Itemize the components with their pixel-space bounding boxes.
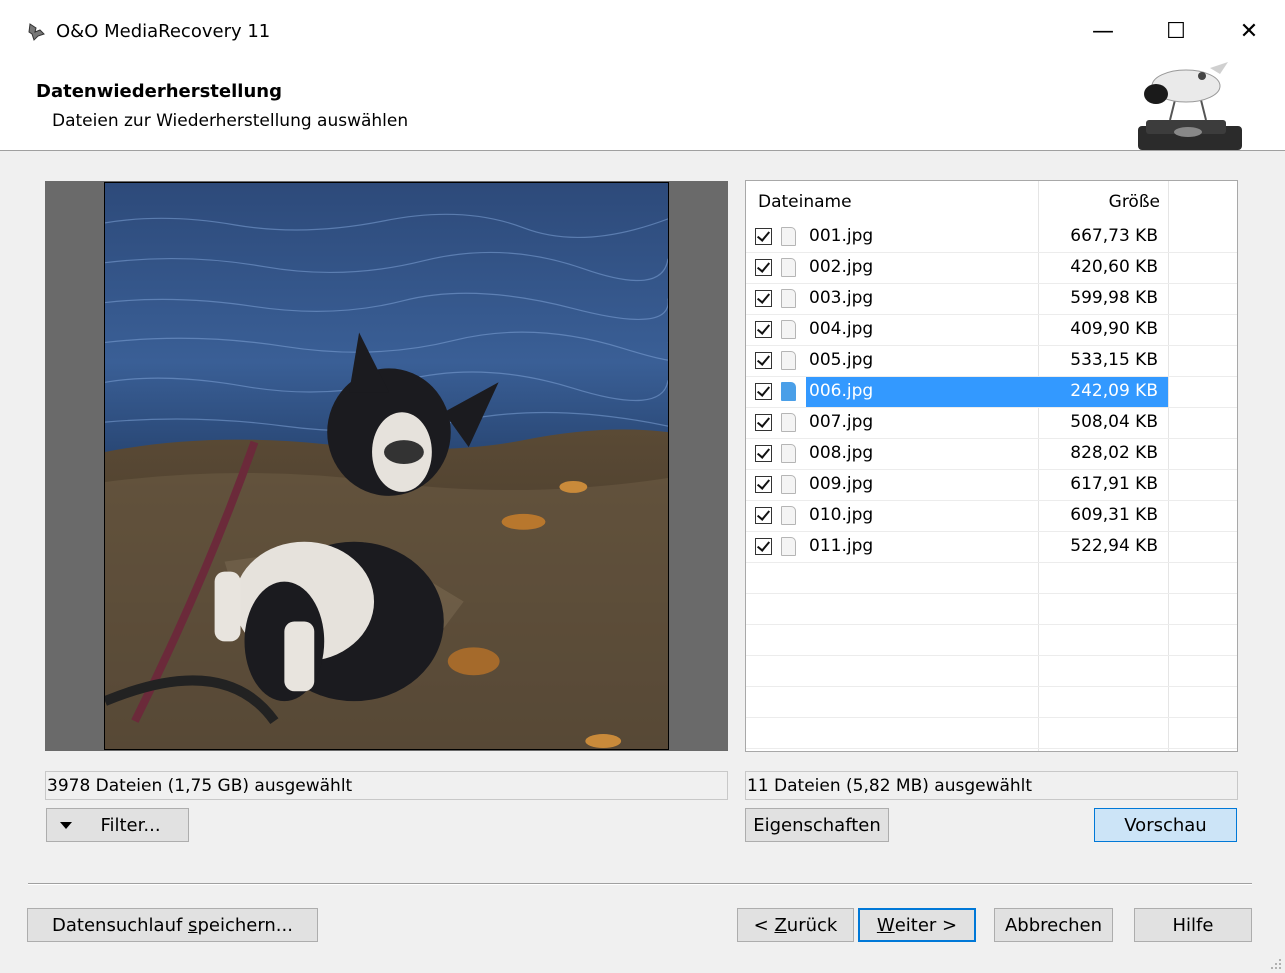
file-icon bbox=[781, 320, 796, 339]
file-row[interactable]: 010.jpg 609,31 KB bbox=[746, 501, 1237, 532]
save-scan-accelerator: s bbox=[188, 914, 198, 936]
file-name: 005.jpg bbox=[809, 350, 874, 370]
file-row[interactable]: 002.jpg 420,60 KB bbox=[746, 253, 1237, 284]
preview-photo bbox=[104, 182, 669, 750]
file-icon bbox=[781, 227, 796, 246]
next-label-suffix: eiter > bbox=[894, 914, 958, 936]
file-icon bbox=[781, 475, 796, 494]
file-checkbox[interactable] bbox=[755, 383, 772, 400]
file-name: 007.jpg bbox=[809, 412, 874, 432]
file-icon bbox=[781, 382, 796, 401]
file-name: 010.jpg bbox=[809, 505, 874, 525]
page-subtitle: Dateien zur Wiederherstellung auswählen bbox=[52, 111, 409, 131]
dropdown-arrow-icon bbox=[60, 821, 73, 829]
file-size: 617,91 KB bbox=[1070, 474, 1158, 494]
back-label-suffix: urück bbox=[786, 914, 838, 936]
minimize-button[interactable]: — bbox=[1072, 0, 1134, 62]
file-name: 001.jpg bbox=[809, 226, 874, 246]
file-checkbox[interactable] bbox=[755, 259, 772, 276]
properties-button[interactable]: Eigenschaften bbox=[745, 808, 889, 842]
back-label-prefix: < bbox=[753, 914, 775, 936]
file-row[interactable]: 005.jpg 533,15 KB bbox=[746, 346, 1237, 377]
file-icon bbox=[781, 506, 796, 525]
file-checkbox[interactable] bbox=[755, 414, 772, 431]
empty-row bbox=[746, 656, 1237, 687]
file-size: 420,60 KB bbox=[1070, 257, 1158, 277]
mascot-logo bbox=[1138, 62, 1242, 150]
status-list-selected: 11 Dateien (5,82 MB) ausgewählt bbox=[745, 771, 1238, 800]
preview-button[interactable]: Vorschau bbox=[1094, 808, 1237, 842]
empty-row bbox=[746, 687, 1237, 718]
file-checkbox[interactable] bbox=[755, 445, 772, 462]
file-row[interactable]: 007.jpg 508,04 KB bbox=[746, 408, 1237, 439]
empty-row bbox=[746, 594, 1237, 625]
file-size: 522,94 KB bbox=[1070, 536, 1158, 556]
empty-row bbox=[746, 563, 1237, 594]
file-name: 006.jpg bbox=[809, 381, 874, 401]
file-row[interactable]: 008.jpg 828,02 KB bbox=[746, 439, 1237, 470]
file-checkbox[interactable] bbox=[755, 352, 772, 369]
back-button[interactable]: < Zurück bbox=[737, 908, 854, 942]
page-title: Datenwiederherstellung bbox=[36, 81, 282, 102]
file-row[interactable]: 006.jpg 242,09 KB bbox=[746, 377, 1237, 408]
file-size: 609,31 KB bbox=[1070, 505, 1158, 525]
file-size: 508,04 KB bbox=[1070, 412, 1158, 432]
back-accelerator: Z bbox=[774, 914, 787, 936]
empty-row bbox=[746, 718, 1237, 749]
file-name: 002.jpg bbox=[809, 257, 874, 277]
save-scan-button[interactable]: Datensuchlauf s peichern... bbox=[27, 908, 318, 942]
close-button[interactable]: ✕ bbox=[1218, 0, 1280, 62]
file-name: 008.jpg bbox=[809, 443, 874, 463]
file-icon bbox=[781, 413, 796, 432]
footer-divider bbox=[28, 883, 1252, 885]
filter-button[interactable]: Filter... bbox=[46, 808, 189, 842]
file-row[interactable]: 004.jpg 409,90 KB bbox=[746, 315, 1237, 346]
file-size: 667,73 KB bbox=[1070, 226, 1158, 246]
next-button[interactable]: Weiter > bbox=[858, 908, 976, 942]
file-icon bbox=[781, 258, 796, 277]
file-name: 009.jpg bbox=[809, 474, 874, 494]
file-name: 011.jpg bbox=[809, 536, 874, 556]
file-icon bbox=[781, 444, 796, 463]
help-button[interactable]: Hilfe bbox=[1134, 908, 1252, 942]
save-scan-label-prefix: Datensuchlauf bbox=[52, 914, 189, 936]
file-checkbox[interactable] bbox=[755, 228, 772, 245]
file-icon bbox=[781, 289, 796, 308]
file-checkbox[interactable] bbox=[755, 538, 772, 555]
file-row[interactable]: 011.jpg 522,94 KB bbox=[746, 532, 1237, 563]
file-row[interactable]: 003.jpg 599,98 KB bbox=[746, 284, 1237, 315]
next-accelerator: W bbox=[876, 914, 895, 936]
cancel-button[interactable]: Abbrechen bbox=[994, 908, 1113, 942]
file-size: 409,90 KB bbox=[1070, 319, 1158, 339]
maximize-button[interactable]: ☐ bbox=[1145, 0, 1207, 62]
file-size: 242,09 KB bbox=[1070, 381, 1158, 401]
file-row[interactable]: 009.jpg 617,91 KB bbox=[746, 470, 1237, 501]
save-scan-label-suffix: peichern... bbox=[197, 914, 293, 936]
empty-row bbox=[746, 625, 1237, 656]
file-checkbox[interactable] bbox=[755, 476, 772, 493]
column-header-name[interactable]: Dateiname bbox=[758, 192, 852, 212]
file-checkbox[interactable] bbox=[755, 321, 772, 338]
file-icon bbox=[781, 351, 796, 370]
window-title: O&O MediaRecovery 11 bbox=[56, 21, 271, 42]
status-total-selected: 3978 Dateien (1,75 GB) ausgewählt bbox=[45, 771, 728, 800]
file-name: 004.jpg bbox=[809, 319, 874, 339]
wizard-header: Datenwiederherstellung Dateien zur Wiede… bbox=[0, 62, 1285, 151]
file-checkbox[interactable] bbox=[755, 290, 772, 307]
file-row[interactable]: 001.jpg 667,73 KB bbox=[746, 222, 1237, 253]
app-icon bbox=[28, 23, 45, 41]
file-icon bbox=[781, 537, 796, 556]
file-size: 533,15 KB bbox=[1070, 350, 1158, 370]
resize-grip-icon[interactable] bbox=[1268, 956, 1282, 970]
column-header-size[interactable]: Größe bbox=[1040, 192, 1160, 212]
file-size: 599,98 KB bbox=[1070, 288, 1158, 308]
file-name: 003.jpg bbox=[809, 288, 874, 308]
file-checkbox[interactable] bbox=[755, 507, 772, 524]
file-size: 828,02 KB bbox=[1070, 443, 1158, 463]
filter-label: Filter... bbox=[100, 814, 161, 836]
